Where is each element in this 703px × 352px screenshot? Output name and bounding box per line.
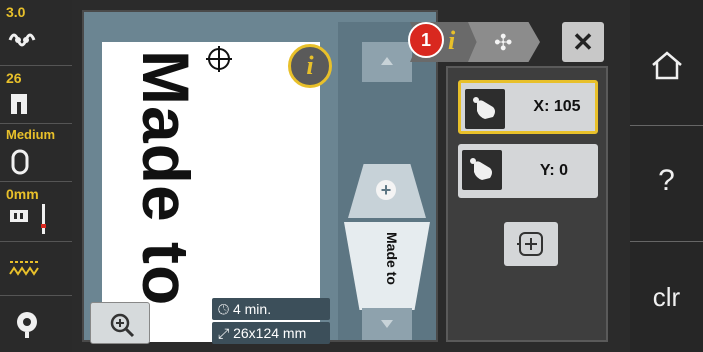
clear-button[interactable]: clr bbox=[630, 242, 703, 352]
tension-value: 3.0 bbox=[6, 4, 26, 20]
triangle-up-icon bbox=[381, 57, 393, 65]
zoom-button[interactable] bbox=[90, 302, 150, 344]
y-position-label: Y: 0 bbox=[539, 162, 569, 179]
scroll-up-button[interactable] bbox=[362, 42, 412, 82]
resize-icon: ⤢ bbox=[218, 325, 230, 341]
home-icon bbox=[652, 51, 682, 80]
thread-tension-icon bbox=[8, 33, 36, 47]
needle-icon bbox=[10, 204, 46, 234]
zoom-in-icon bbox=[110, 313, 135, 338]
info-icon[interactable]: i bbox=[288, 44, 332, 88]
speed-button[interactable]: Medium bbox=[0, 124, 72, 182]
embroidery-preview-panel: Made to i 🕓︎ 4 min. ⤢ 26x124 mm + Made t… bbox=[82, 10, 438, 344]
help-icon: ? bbox=[658, 164, 675, 197]
move-x-button[interactable]: X: 105 bbox=[458, 80, 598, 134]
presser-foot-icon bbox=[11, 94, 27, 114]
design-text[interactable]: Made to bbox=[128, 50, 204, 306]
move-icon: ✣ bbox=[494, 30, 513, 55]
callout-badge: 1 bbox=[408, 22, 444, 58]
stitch-selection-button[interactable]: 26 bbox=[0, 66, 72, 124]
left-status-bar: 3.0 26 Medium 0mm bbox=[0, 0, 72, 352]
needle-position: 0mm bbox=[6, 186, 39, 202]
needle-position-button[interactable]: 0mm bbox=[0, 182, 72, 242]
screen: 3.0 26 Medium 0mm Made to i 🕓︎ 4 min. ⤢ … bbox=[0, 0, 703, 352]
hand-pointer-icon bbox=[462, 150, 502, 190]
info-tab-icon: i bbox=[448, 26, 456, 55]
scroll-down-button[interactable] bbox=[362, 308, 412, 340]
home-button[interactable] bbox=[630, 0, 703, 126]
embroidery-settings-button[interactable] bbox=[0, 296, 72, 352]
close-button[interactable]: ✕ bbox=[562, 22, 604, 62]
hoop-icon bbox=[11, 149, 29, 175]
spool-icon bbox=[17, 312, 37, 338]
stitch-time: 4 min. bbox=[232, 301, 272, 317]
stitch-number: 26 bbox=[6, 70, 22, 86]
clear-label: clr bbox=[652, 282, 681, 312]
stitch-time-badge: 🕓︎ 4 min. bbox=[212, 298, 330, 320]
tension-button[interactable]: 3.0 bbox=[0, 0, 72, 66]
move-y-button[interactable]: Y: 0 bbox=[458, 144, 598, 198]
layer-column: + Made to bbox=[338, 22, 436, 340]
hand-pointer-icon bbox=[465, 89, 505, 129]
zigzag-stitch-icon bbox=[9, 261, 40, 276]
layer-thumbnail-text: Made to bbox=[384, 232, 400, 285]
center-design-button[interactable] bbox=[504, 222, 558, 266]
triangle-down-icon bbox=[381, 320, 393, 328]
crosshair-icon bbox=[206, 46, 232, 72]
speed-label: Medium bbox=[6, 127, 56, 142]
design-size-badge: ⤢ 26x124 mm bbox=[212, 322, 330, 344]
design-size: 26x124 mm bbox=[233, 325, 307, 341]
add-layer-icon: + bbox=[376, 180, 396, 200]
help-button[interactable]: ? bbox=[630, 126, 703, 242]
clock-icon: 🕓︎ bbox=[218, 301, 230, 317]
x-position-label: X: 105 bbox=[533, 98, 581, 115]
main-area: Made to i 🕓︎ 4 min. ⤢ 26x124 mm + Made t… bbox=[72, 0, 630, 352]
position-controls-panel: X: 105 Y: 0 bbox=[446, 66, 608, 342]
stitch-pattern-button[interactable] bbox=[0, 242, 72, 296]
center-icon bbox=[517, 232, 543, 256]
right-nav-bar: ? clr bbox=[630, 0, 703, 352]
